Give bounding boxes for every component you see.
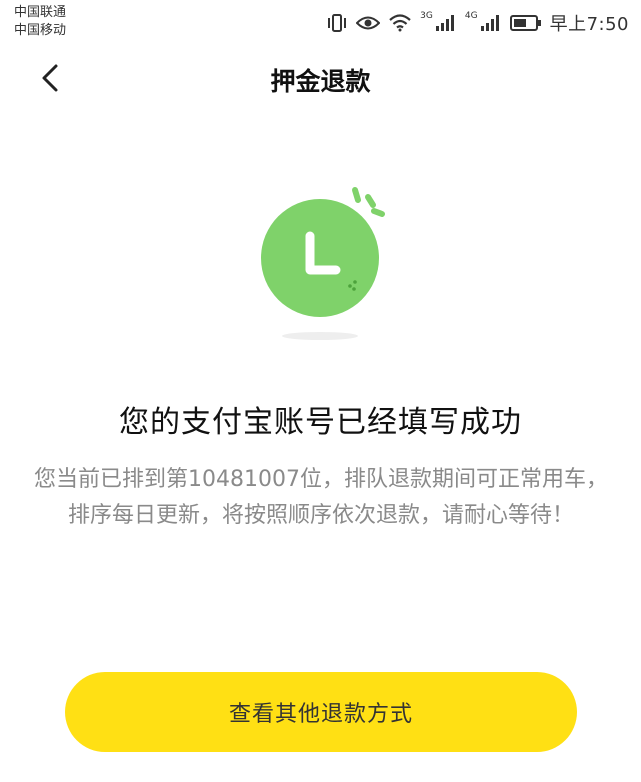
clock-illustration xyxy=(240,178,410,348)
signal-icon xyxy=(480,14,502,32)
clock-icon xyxy=(261,187,385,340)
wifi-icon xyxy=(388,14,412,32)
signal-icon xyxy=(435,14,457,32)
success-title: 您的支付宝账号已经填写成功 xyxy=(119,405,522,440)
status-icons: 3G 4G 早上7:50 xyxy=(326,10,629,36)
status-bar: 中国联通 中国移动 3G 4G 早上7:50 xyxy=(0,0,641,44)
carrier-1: 中国联通 xyxy=(14,5,67,20)
network-type-1: 3G xyxy=(420,11,433,21)
carrier-info: 中国联通 中国移动 xyxy=(14,4,66,40)
eye-icon xyxy=(356,14,381,32)
refund-screen: 中国联通 中国移动 3G 4G 早上7:50 押金退款 您的支付宝账号已经填写成… xyxy=(0,0,641,782)
battery-icon xyxy=(509,14,542,32)
nav-header: 押金退款 xyxy=(0,48,641,106)
network-type-2: 4G xyxy=(464,11,478,21)
page-title: 押金退款 xyxy=(270,67,371,96)
queue-description: 您当前已排到第10481007位，排队退款期间可正常用车，排序每日更新，将按照顺… xyxy=(34,467,608,528)
other-refund-methods-button[interactable]: 查看其他退款方式 xyxy=(65,672,577,752)
vibrate-icon xyxy=(326,13,348,33)
carrier-2: 中国移动 xyxy=(14,23,67,38)
status-time: 早上7:50 xyxy=(549,14,629,35)
